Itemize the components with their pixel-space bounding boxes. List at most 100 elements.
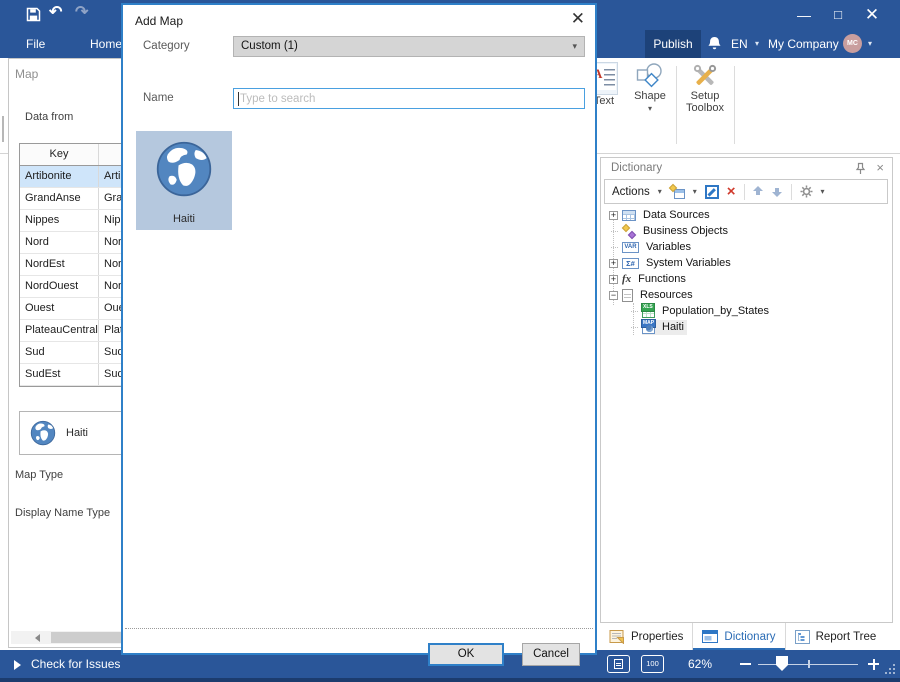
cancel-button[interactable]: Cancel	[522, 643, 580, 666]
setup-toolbox-button[interactable]: Setup Toolbox	[680, 62, 730, 114]
tree-item-haiti[interactable]: MAP Haiti	[604, 319, 889, 335]
move-up-button[interactable]	[753, 186, 764, 197]
dialog-title: Add Map	[135, 14, 183, 28]
name-search-field	[233, 88, 585, 109]
zoom-out-button[interactable]	[740, 663, 751, 665]
tree-item-population-by-states[interactable]: XLSPopulation_by_States	[604, 303, 889, 319]
tab-dictionary[interactable]: Dictionary	[692, 623, 784, 650]
tab-home[interactable]: Home	[90, 30, 122, 58]
account-caret-icon[interactable]: ▾	[868, 30, 872, 58]
tree-item-variables[interactable]: VARVariables	[604, 239, 889, 255]
tree-item-system-variables[interactable]: +Σ#System Variables	[604, 255, 889, 271]
maximize-button[interactable]: □	[824, 2, 852, 28]
category-label: Category	[143, 40, 190, 52]
key-cell[interactable]: SudEst	[20, 364, 99, 385]
category-dropdown[interactable]: Custom (1) ▾	[233, 36, 585, 57]
tree-item-resources[interactable]: −Resources	[604, 287, 889, 303]
expand-icon[interactable]: +	[609, 275, 618, 284]
app-window: ↶ ↷ — □ ✕ File Home Publish EN ▾ My Comp…	[0, 0, 900, 682]
key-cell[interactable]: Ouest	[20, 298, 99, 319]
map-thumbnail-haiti[interactable]: Haiti	[136, 131, 232, 230]
minimize-button[interactable]: —	[790, 2, 818, 28]
pin-icon[interactable]	[855, 162, 866, 175]
zoom-100-button[interactable]: 100	[641, 655, 664, 673]
shape-tool-label: Shape	[629, 90, 671, 102]
zoom-100-label: 100	[642, 656, 663, 672]
check-issues-button[interactable]: Check for Issues	[31, 650, 120, 678]
key-cell[interactable]: NordEst	[20, 254, 99, 275]
delete-button[interactable]: ×	[727, 185, 736, 199]
actions-caret-icon[interactable]: ▾	[658, 187, 662, 196]
tree-stub	[609, 243, 618, 252]
business-objects-icon	[622, 225, 636, 238]
zoom-slider-thumb[interactable]	[776, 656, 788, 671]
tab-properties[interactable]: Properties	[600, 623, 692, 650]
language-caret-icon[interactable]: ▾	[755, 30, 759, 58]
undo-icon[interactable]: ↶	[49, 5, 62, 21]
text-caret	[238, 92, 239, 106]
shape-tool-icon	[629, 62, 671, 90]
zoom-in-button-bar	[873, 659, 875, 670]
settings-gear-button[interactable]	[800, 185, 813, 198]
expand-icon[interactable]: +	[609, 259, 618, 268]
key-cell[interactable]: PlateauCentral	[20, 320, 99, 341]
key-cell[interactable]: Nippes	[20, 210, 99, 231]
page-icon	[614, 659, 623, 669]
key-cell[interactable]: NordOuest	[20, 276, 99, 297]
edit-button[interactable]	[705, 185, 719, 199]
dictionary-title: Dictionary	[611, 162, 662, 174]
tree-item-label: Haiti	[659, 321, 687, 333]
map-thumbnail-label: Haiti	[136, 213, 232, 225]
check-issues-expand-icon[interactable]	[14, 660, 21, 670]
settings-caret-icon[interactable]: ▾	[821, 187, 825, 196]
key-cell[interactable]: Artibonite	[20, 166, 99, 187]
publish-button[interactable]: Publish	[645, 30, 701, 58]
setup-toolbox-icon	[680, 62, 730, 90]
move-down-button[interactable]	[772, 186, 783, 197]
avatar[interactable]: MC	[843, 34, 862, 53]
panel-close-icon[interactable]: ×	[876, 160, 884, 175]
save-icon[interactable]	[26, 7, 41, 22]
tab-file[interactable]: File	[26, 30, 45, 58]
actions-button[interactable]: Actions	[612, 186, 650, 198]
key-cell[interactable]: Sud	[20, 342, 99, 363]
dialog-close-icon[interactable]: ✕	[571, 9, 585, 29]
new-item-caret-icon[interactable]: ▾	[693, 187, 697, 196]
notifications-bell-icon[interactable]	[708, 36, 721, 52]
category-value: Custom (1)	[241, 37, 298, 56]
dictionary-icon	[702, 630, 718, 643]
display-name-type-label: Display Name Type	[15, 507, 110, 519]
tree-stub	[609, 227, 618, 236]
resize-grip[interactable]	[885, 664, 895, 674]
collapse-icon[interactable]: −	[609, 291, 618, 300]
tree-item-functions[interactable]: +fxFunctions	[604, 271, 889, 287]
page-view-button[interactable]	[607, 655, 630, 673]
expand-icon[interactable]: +	[609, 211, 618, 220]
redo-icon[interactable]: ↷	[75, 5, 88, 21]
key-cell[interactable]: GrandAnse	[20, 188, 99, 209]
tab-report-tree[interactable]: Report Tree	[785, 623, 886, 650]
ribbon-separator	[676, 66, 677, 144]
tree-item-label: Population_by_States	[659, 305, 772, 317]
shape-tool-button[interactable]: Shape ▾	[629, 62, 671, 113]
tree-item-label: System Variables	[643, 257, 734, 269]
new-item-button[interactable]	[670, 185, 685, 199]
map-resource-icon: MAP	[642, 321, 655, 334]
ok-button[interactable]: OK	[428, 643, 504, 666]
globe-icon	[155, 140, 213, 198]
dictionary-toolbar: Actions ▾ ▾ × ▾	[604, 179, 888, 204]
name-search-input[interactable]	[240, 90, 570, 107]
resources-icon	[622, 289, 633, 302]
key-cell[interactable]: Nord	[20, 232, 99, 253]
tree-item-business-objects[interactable]: Business Objects	[604, 223, 889, 239]
close-button[interactable]: ✕	[858, 2, 886, 28]
tree-item-label: Variables	[643, 241, 694, 253]
language-selector[interactable]: EN	[731, 30, 748, 58]
scroll-left-icon[interactable]	[35, 634, 40, 642]
data-from-label: Data from	[25, 111, 73, 123]
key-column-header[interactable]: Key	[20, 144, 99, 165]
toolbar-separator	[791, 184, 792, 200]
account-label[interactable]: My Company	[768, 30, 839, 58]
shape-caret-icon: ▾	[629, 104, 671, 113]
tree-item-data-sources[interactable]: +Data Sources	[604, 207, 889, 223]
